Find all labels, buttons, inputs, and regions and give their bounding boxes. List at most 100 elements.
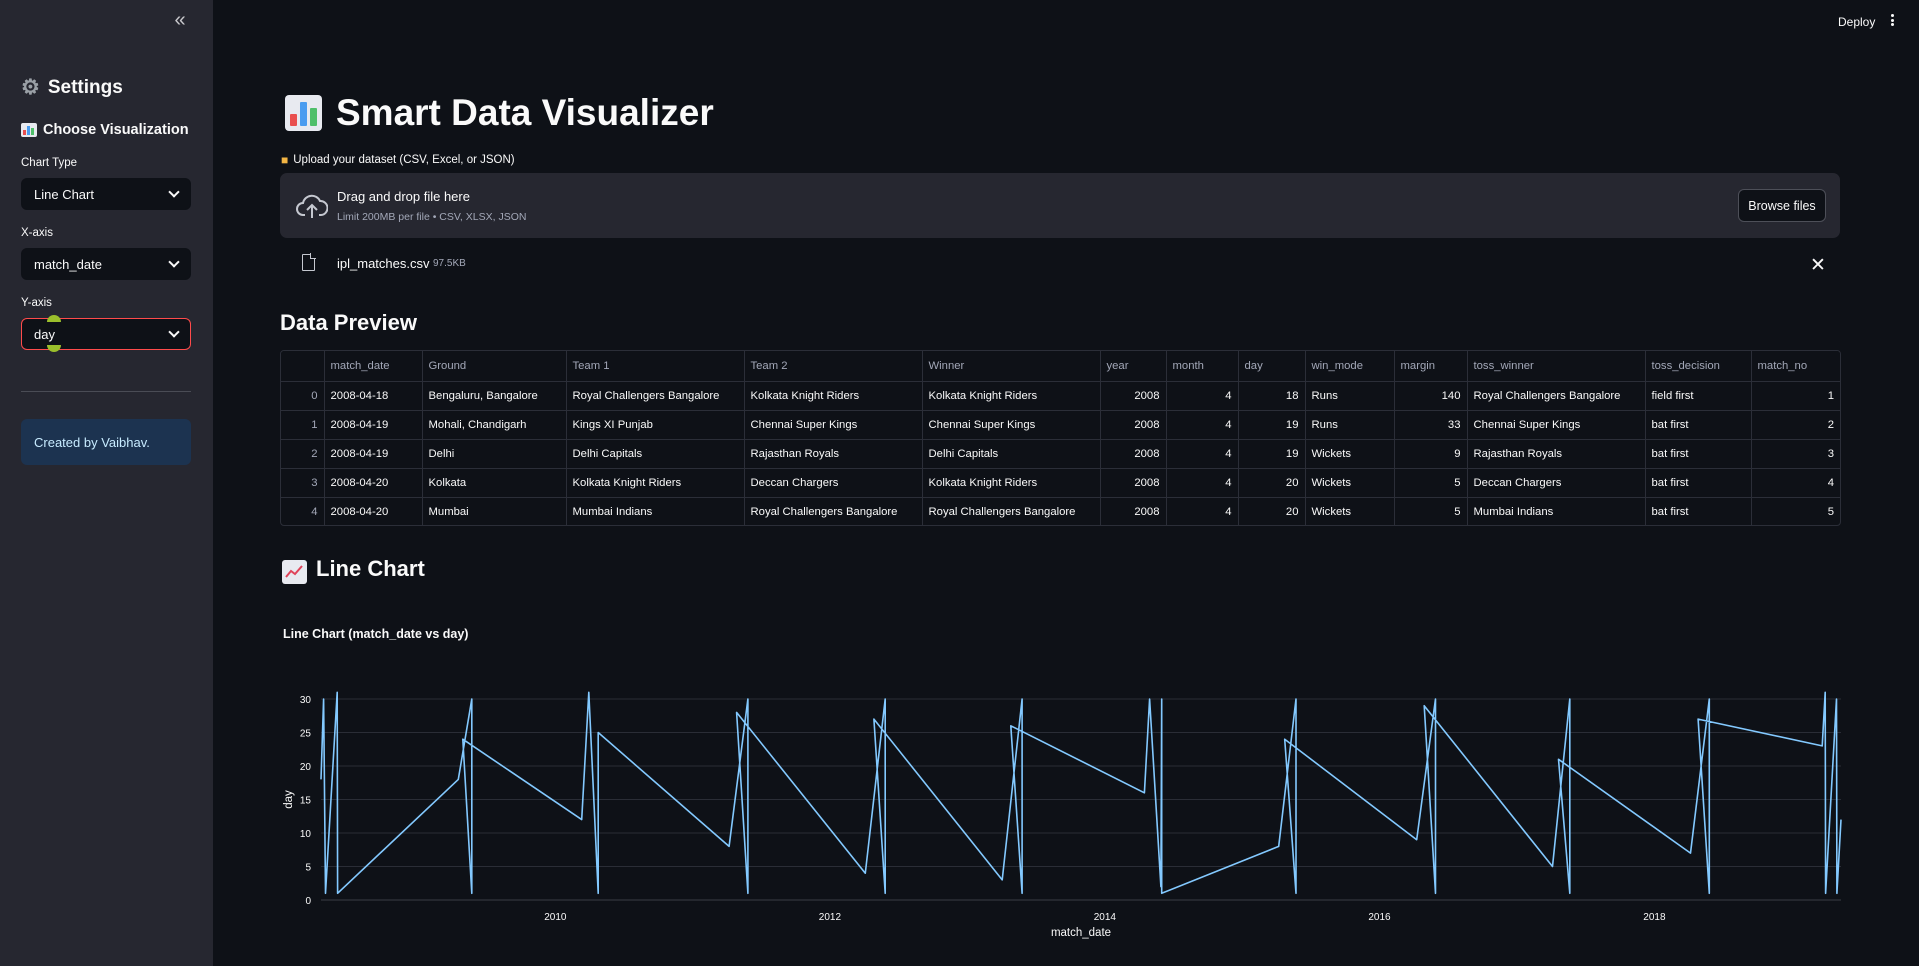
table-cell: Kings XI Punjab [566, 410, 745, 440]
browse-files-button[interactable]: Browse files [1738, 189, 1826, 222]
dropzone-title: Drag and drop file here [337, 189, 470, 204]
column-header[interactable]: day [1238, 351, 1306, 382]
y-tick-label: 30 [300, 695, 312, 706]
column-header[interactable]: toss_winner [1467, 351, 1646, 382]
file-size: 97.5KB [433, 258, 466, 269]
resize-handle-top[interactable] [47, 315, 61, 322]
table-cell: Mumbai Indians [566, 497, 745, 525]
table-row[interactable]: 0 2008-04-18 Bengaluru, Bangalore Royal Cha… [281, 381, 1840, 411]
table-cell: Chennai Super Kings [1467, 410, 1646, 440]
table-cell: Mohali, Chandigarh [422, 410, 567, 440]
file-name: ipl_matches.csv [337, 256, 430, 271]
table-cell: 2008 [1100, 410, 1167, 440]
deploy-button[interactable]: Deploy [1838, 15, 1875, 29]
table-cell: 0 [281, 381, 325, 411]
column-header[interactable]: year [1100, 351, 1167, 382]
y-tick-label: 15 [300, 796, 312, 807]
column-header[interactable]: Ground [422, 351, 567, 382]
series-line [320, 691, 1842, 895]
line-chart-icon [282, 559, 307, 584]
table-cell: Wickets [1305, 439, 1395, 469]
chart-heading-text: Line Chart [316, 556, 425, 581]
table-cell: 2008-04-19 [324, 439, 423, 469]
x-axis-label: match_date [1051, 927, 1111, 939]
column-header[interactable]: match_date [324, 351, 423, 382]
table-cell: Kolkata Knight Riders [922, 381, 1101, 411]
remove-file-icon[interactable]: ✕ [1810, 254, 1826, 277]
sidebar-divider [21, 391, 191, 392]
table-cell: Royal Challengers Bangalore [922, 497, 1101, 525]
chevron-down-icon [168, 256, 180, 268]
table-cell: Kolkata Knight Riders [922, 468, 1101, 498]
column-header[interactable]: toss_decision [1645, 351, 1752, 382]
chart-type-select[interactable]: Line Chart [21, 178, 191, 210]
bar-chart-icon [285, 95, 322, 131]
table-cell: 2008 [1100, 497, 1167, 525]
table-cell: 2008 [1100, 439, 1167, 469]
table-cell: Kolkata [422, 468, 567, 498]
data-preview-table[interactable]: match_date Ground Team 1 Team 2 Winner year mo… [280, 350, 1841, 526]
table-cell: 2 [281, 439, 325, 469]
table-cell: Delhi Capitals [566, 439, 745, 469]
table-cell: 1 [1751, 381, 1840, 411]
table-cell: bat first [1645, 439, 1752, 469]
y-tick-label: 10 [300, 829, 312, 840]
column-header[interactable]: margin [1394, 351, 1468, 382]
table-cell: 18 [1238, 381, 1306, 411]
gear-icon: ⚙ [21, 76, 40, 99]
page-title: Smart Data Visualizer [285, 92, 714, 134]
sidebar-subtitle-text: Choose Visualization [43, 122, 189, 138]
column-header[interactable]: Team 1 [566, 351, 745, 382]
table-cell: 3 [1751, 439, 1840, 469]
table-cell: Deccan Chargers [1467, 468, 1646, 498]
line-chart[interactable]: 0 5 10 15 20 25 30 2010 2012 2014 2016 2018 match_da… [270, 668, 1850, 958]
table-cell: bat first [1645, 497, 1752, 525]
table-cell: 2008-04-20 [324, 468, 423, 498]
table-cell: 2008-04-20 [324, 497, 423, 525]
table-cell: Rajasthan Royals [744, 439, 923, 469]
dropzone-limit: Limit 200MB per file • CSV, XLSX, JSON [337, 211, 527, 223]
table-cell: 4 [1751, 468, 1840, 498]
table-cell: Rajasthan Royals [1467, 439, 1646, 469]
bar-chart-icon [21, 123, 37, 137]
chevron-down-icon [168, 326, 180, 338]
table-cell: 1 [281, 410, 325, 440]
table-cell: 4 [1166, 381, 1239, 411]
folder-icon: ■ [281, 153, 289, 167]
table-cell: Mumbai [422, 497, 567, 525]
x-tick-label: 2010 [544, 912, 567, 923]
table-row[interactable]: 2 2008-04-19 Delhi Delhi Capitals Rajasthan … [281, 439, 1840, 469]
table-cell: Royal Challengers Bangalore [566, 381, 745, 411]
y-axis-label: Y-axis [21, 297, 52, 309]
table-cell: 2 [1751, 410, 1840, 440]
table-body: 0 2008-04-18 Bengaluru, Bangalore Royal Cha… [281, 381, 1840, 525]
x-axis-select[interactable]: match_date [21, 248, 191, 280]
table-row[interactable]: 4 2008-04-20 Mumbai Mumbai Indians Royal Cha… [281, 497, 1840, 525]
table-row[interactable]: 3 2008-04-20 Kolkata Kolkata Knight Riders D… [281, 468, 1840, 498]
table-row[interactable]: 1 2008-04-19 Mohali, Chandigarh Kings XI Pu… [281, 410, 1840, 440]
column-header[interactable]: month [1166, 351, 1239, 382]
table-cell: 2008-04-18 [324, 381, 423, 411]
column-header[interactable] [281, 351, 325, 382]
column-header[interactable]: win_mode [1305, 351, 1395, 382]
table-cell: 4 [1166, 497, 1239, 525]
table-cell: Chennai Super Kings [744, 410, 923, 440]
resize-handle-bottom[interactable] [47, 345, 61, 352]
table-cell: 19 [1238, 410, 1306, 440]
column-header[interactable]: Team 2 [744, 351, 923, 382]
collapse-sidebar-icon[interactable]: « [170, 10, 190, 32]
y-tick-label: 0 [305, 896, 311, 907]
main-menu-icon[interactable] [1888, 12, 1896, 28]
sidebar-title: ⚙ Settings [21, 75, 123, 100]
y-tick-label: 5 [305, 863, 311, 874]
upload-label: ■ Upload your dataset (CSV, Excel, or JS… [281, 153, 515, 167]
chart-type-value: Line Chart [34, 186, 94, 202]
column-header[interactable]: match_no [1751, 351, 1840, 382]
table-cell: Runs [1305, 381, 1395, 411]
column-header[interactable]: Winner [922, 351, 1101, 382]
file-dropzone[interactable]: Drag and drop file here Limit 200MB per … [280, 173, 1840, 238]
table-cell: bat first [1645, 410, 1752, 440]
sidebar: « ⚙ Settings Choose Visualization Chart … [0, 0, 213, 966]
table-cell: 19 [1238, 439, 1306, 469]
x-tick-label: 2016 [1368, 912, 1391, 923]
